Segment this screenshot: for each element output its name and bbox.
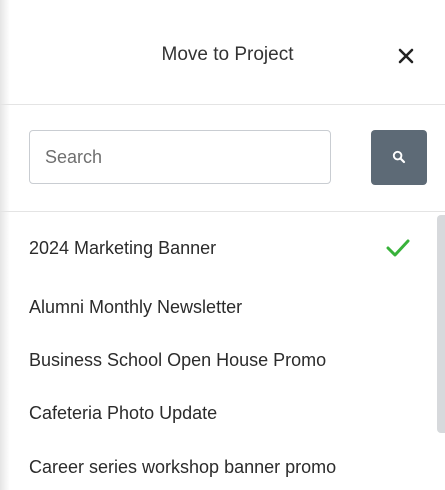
dialog-title: Move to Project [161, 44, 294, 65]
list-item-alumni-monthly-newsletter[interactable]: Alumni Monthly Newsletter [29, 292, 429, 322]
list-item-career-series-workshop-banner-promo[interactable]: Career series workshop banner promo [29, 452, 429, 482]
dialog-header: Move to Project [0, 0, 445, 105]
checkmark-icon [386, 239, 410, 257]
list-scrollbar[interactable] [437, 215, 445, 433]
list-item-2024-marketing-banner[interactable]: 2024 Marketing Banner [29, 233, 429, 263]
move-to-project-panel: Move to Project 2024 Marketing Banner Al… [0, 0, 445, 490]
close-icon [398, 48, 414, 64]
project-name: 2024 Marketing Banner [29, 238, 217, 258]
close-button[interactable] [394, 44, 418, 68]
project-name: Business School Open House Promo [29, 350, 327, 370]
search-icon [392, 150, 406, 164]
project-list: 2024 Marketing Banner Alumni Monthly New… [0, 212, 445, 490]
search-button[interactable] [371, 130, 427, 185]
search-input[interactable] [29, 130, 331, 184]
list-item-cafeteria-photo-update[interactable]: Cafeteria Photo Update [29, 398, 429, 428]
project-name: Alumni Monthly Newsletter [29, 297, 243, 317]
search-area [0, 105, 445, 212]
project-name: Career series workshop banner promo [29, 457, 337, 477]
project-name: Cafeteria Photo Update [29, 403, 218, 423]
list-item-business-school-open-house-promo[interactable]: Business School Open House Promo [29, 345, 429, 375]
